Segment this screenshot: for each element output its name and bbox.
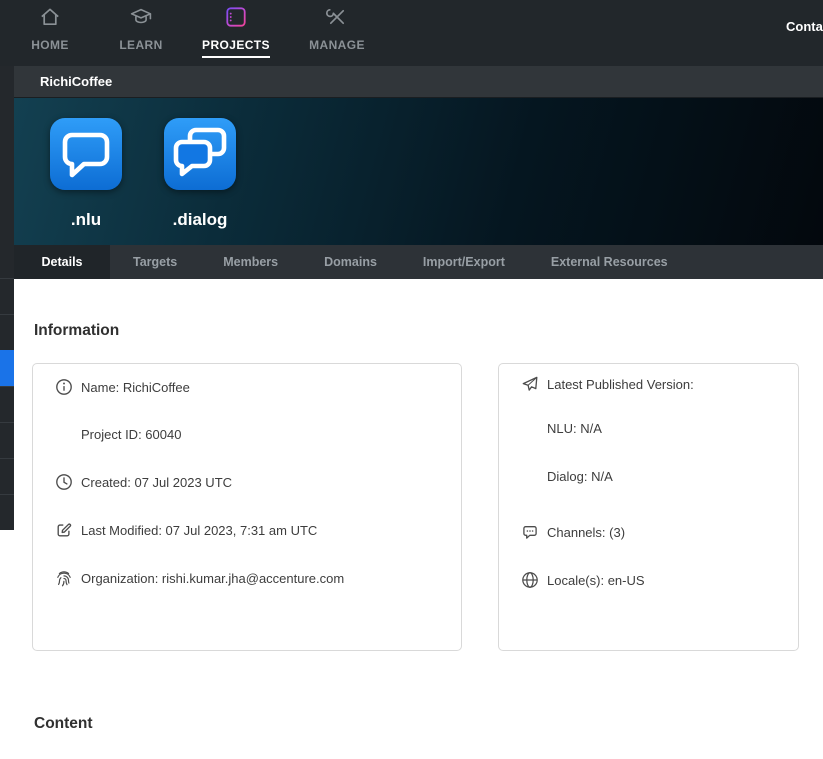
nlu-app-tile[interactable] — [50, 118, 122, 190]
information-heading: Information — [34, 322, 119, 340]
info-row-created: Created: 07 Jul 2023 UTC — [33, 458, 461, 506]
nav-label-manage: MANAGE — [309, 38, 365, 52]
project-tab-bar: Details Targets Members Domains Import/E… — [14, 245, 823, 279]
info-row-organization: Organization: rishi.kumar.jha@accenture.… — [33, 554, 461, 602]
publish-row-header: Latest Published Version: — [499, 364, 798, 404]
info-row-last-modified: Last Modified: 07 Jul 2023, 7:31 am UTC — [33, 506, 461, 554]
spacer-icon — [521, 419, 539, 437]
publish-row-nlu: NLU: N/A — [499, 404, 798, 452]
spacer — [499, 500, 798, 508]
fingerprint-icon — [55, 569, 73, 587]
sidebar-item[interactable] — [0, 422, 14, 458]
top-nav: HOME LEARN PROJECTS MANAGE Conta — [0, 0, 823, 66]
tab-details[interactable]: Details — [14, 245, 110, 279]
chat-bubble-icon — [50, 177, 122, 194]
tab-external-resources[interactable]: External Resources — [528, 245, 691, 279]
nav-label-projects: PROJECTS — [202, 38, 270, 58]
nav-label-home: HOME — [31, 38, 69, 52]
nlu-version-value: NLU: N/A — [547, 421, 602, 436]
tab-targets[interactable]: Targets — [110, 245, 200, 279]
publish-row-dialog: Dialog: N/A — [499, 452, 798, 500]
project-title-bar: RichiCoffee — [14, 66, 823, 98]
nav-item-manage[interactable]: MANAGE — [293, 5, 381, 54]
latest-published-label: Latest Published Version: — [547, 377, 694, 392]
created-value: Created: 07 Jul 2023 UTC — [81, 475, 232, 490]
tools-icon — [293, 5, 381, 36]
sidebar-item[interactable] — [0, 278, 14, 314]
double-chat-bubble-icon — [164, 177, 236, 194]
nav-item-projects[interactable]: PROJECTS — [192, 5, 280, 58]
tab-members[interactable]: Members — [200, 245, 301, 279]
tab-domains[interactable]: Domains — [301, 245, 400, 279]
organization-value: Organization: rishi.kumar.jha@accenture.… — [81, 571, 344, 586]
dialog-version-value: Dialog: N/A — [547, 469, 613, 484]
publish-row-channels: Channels: (3) — [499, 508, 798, 556]
info-row-project-id: Project ID: 60040 — [33, 410, 461, 458]
chat-bubble-icon — [521, 523, 539, 541]
send-icon — [521, 375, 539, 393]
info-row-name: Name: RichiCoffee — [33, 364, 461, 410]
published-version-card: Latest Published Version: NLU: N/A Dialo… — [498, 363, 799, 651]
last-modified-value: Last Modified: 07 Jul 2023, 7:31 am UTC — [81, 523, 317, 538]
contact-link[interactable]: Conta — [786, 19, 823, 34]
projects-list-icon — [192, 5, 280, 36]
home-icon — [6, 5, 94, 36]
project-title: RichiCoffee — [40, 74, 112, 89]
sidebar-item[interactable] — [0, 386, 14, 422]
dialog-app-tile[interactable] — [164, 118, 236, 190]
project-id-value: Project ID: 60040 — [81, 427, 181, 442]
locales-value: Locale(s): en-US — [547, 573, 645, 588]
project-name-value: Name: RichiCoffee — [81, 380, 190, 395]
edit-icon — [55, 521, 73, 539]
clock-icon — [55, 473, 73, 491]
channels-value: Channels: (3) — [547, 525, 625, 540]
content-heading: Content — [34, 715, 93, 733]
nav-label-learn: LEARN — [119, 38, 162, 52]
collapsed-sidebar — [0, 66, 14, 530]
publish-row-locales: Locale(s): en-US — [499, 556, 798, 604]
info-icon — [55, 378, 73, 396]
graduation-cap-icon — [97, 5, 185, 36]
tab-import-export[interactable]: Import/Export — [400, 245, 528, 279]
globe-icon — [521, 571, 539, 589]
spacer-icon — [55, 425, 73, 443]
spacer-icon — [521, 467, 539, 485]
project-info-card: Name: RichiCoffee Project ID: 60040 Crea… — [32, 363, 462, 651]
sidebar-item[interactable] — [0, 458, 14, 494]
sidebar-item[interactable] — [0, 494, 14, 530]
project-hero: .nlu .dialog — [14, 98, 823, 245]
sidebar-item-active[interactable] — [0, 350, 14, 386]
dialog-app-label[interactable]: .dialog — [164, 210, 236, 230]
nav-item-home[interactable]: HOME — [6, 5, 94, 54]
nlu-app-label[interactable]: .nlu — [50, 210, 122, 230]
nav-item-learn[interactable]: LEARN — [97, 5, 185, 54]
sidebar-item[interactable] — [0, 314, 14, 350]
